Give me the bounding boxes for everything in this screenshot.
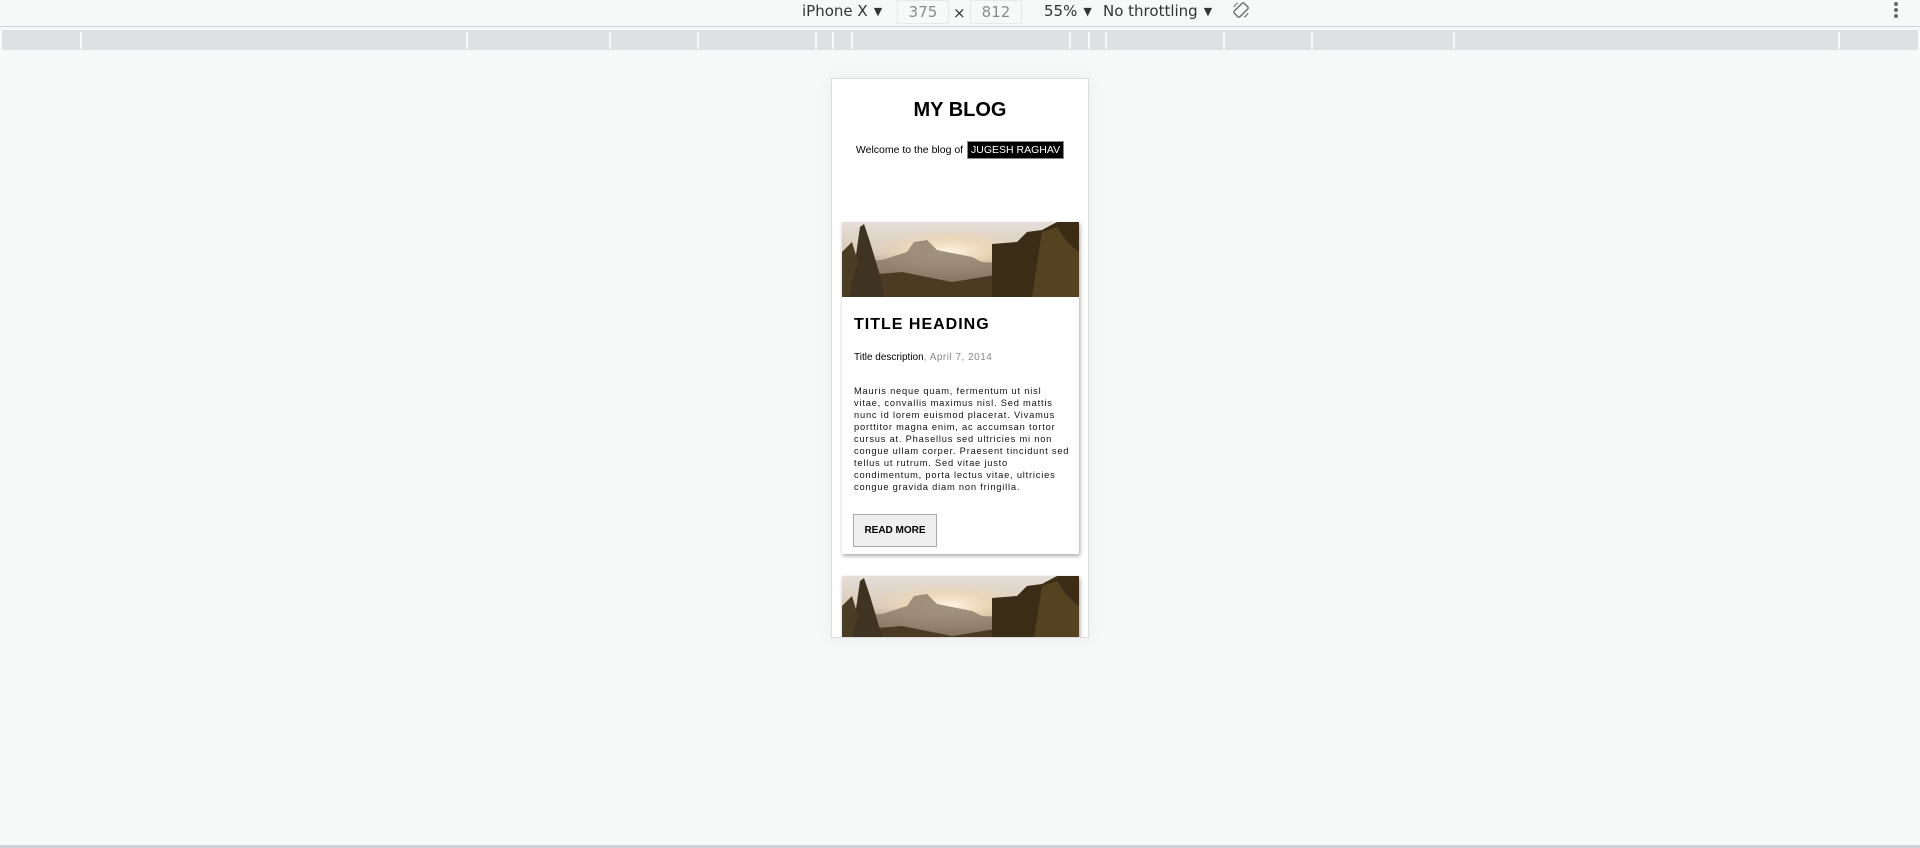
device-select[interactable]: iPhone X ▼ (802, 0, 882, 22)
ruler-divider (851, 32, 853, 49)
ruler-divider (815, 32, 817, 49)
throttling-value: No throttling (1103, 2, 1198, 20)
chevron-down-icon: ▼ (1203, 5, 1213, 18)
post-date: April 7, 2014 (929, 352, 993, 363)
ruler-divider (1069, 32, 1071, 49)
width-input[interactable]: 375 (897, 0, 949, 24)
more-vertical-icon[interactable] (1893, 1, 1899, 19)
throttling-select[interactable]: No throttling ▼ (1103, 0, 1212, 22)
blog-post-card (842, 576, 1079, 637)
dimension-separator: × (953, 4, 966, 22)
ruler-divider (1311, 32, 1313, 49)
ruler-divider (466, 32, 468, 49)
ruler-divider (1105, 32, 1107, 49)
ruler-divider (1838, 32, 1840, 49)
rotate-icon[interactable] (1232, 1, 1250, 19)
welcome-line: Welcome to the blog of JUGESH RAGHAV (832, 141, 1088, 159)
post-title: TITLE HEADING (854, 316, 990, 333)
ruler-divider (1223, 32, 1225, 49)
height-input[interactable]: 812 (970, 0, 1022, 24)
ruler-divider (697, 32, 699, 49)
ruler-divider (609, 32, 611, 49)
chevron-down-icon: ▼ (1083, 5, 1092, 18)
blog-post-card: TITLE HEADING Title description, April 7… (842, 222, 1079, 554)
read-more-button[interactable]: READ MORE (853, 514, 937, 547)
device-name: iPhone X (802, 2, 868, 20)
chevron-down-icon: ▼ (873, 5, 883, 18)
ruler-divider (1088, 32, 1090, 49)
post-description: Title description (854, 352, 924, 363)
media-query-ruler[interactable] (2, 30, 1918, 50)
blog-title: MY BLOG (913, 99, 1007, 121)
device-toolbar: iPhone X ▼ 375 × 812 55% ▼ No throttling ▼ (0, 0, 1920, 27)
ruler-divider (1453, 32, 1455, 49)
author-badge: JUGESH RAGHAV (967, 141, 1065, 159)
welcome-text: Welcome to the blog of (855, 144, 964, 156)
zoom-select[interactable]: 55% ▼ (1044, 0, 1092, 22)
device-viewport: MY BLOG Welcome to the blog of JUGESH RA… (831, 78, 1089, 638)
mountain-sunset-image (842, 576, 1079, 637)
post-body: Mauris neque quam, fermentum ut nisl vit… (854, 386, 1070, 492)
zoom-value: 55% (1044, 2, 1078, 20)
ruler-divider (832, 32, 834, 49)
ruler-divider (80, 32, 82, 49)
mountain-sunset-image (842, 222, 1079, 297)
post-meta: Title description, April 7, 2014 (854, 352, 992, 363)
